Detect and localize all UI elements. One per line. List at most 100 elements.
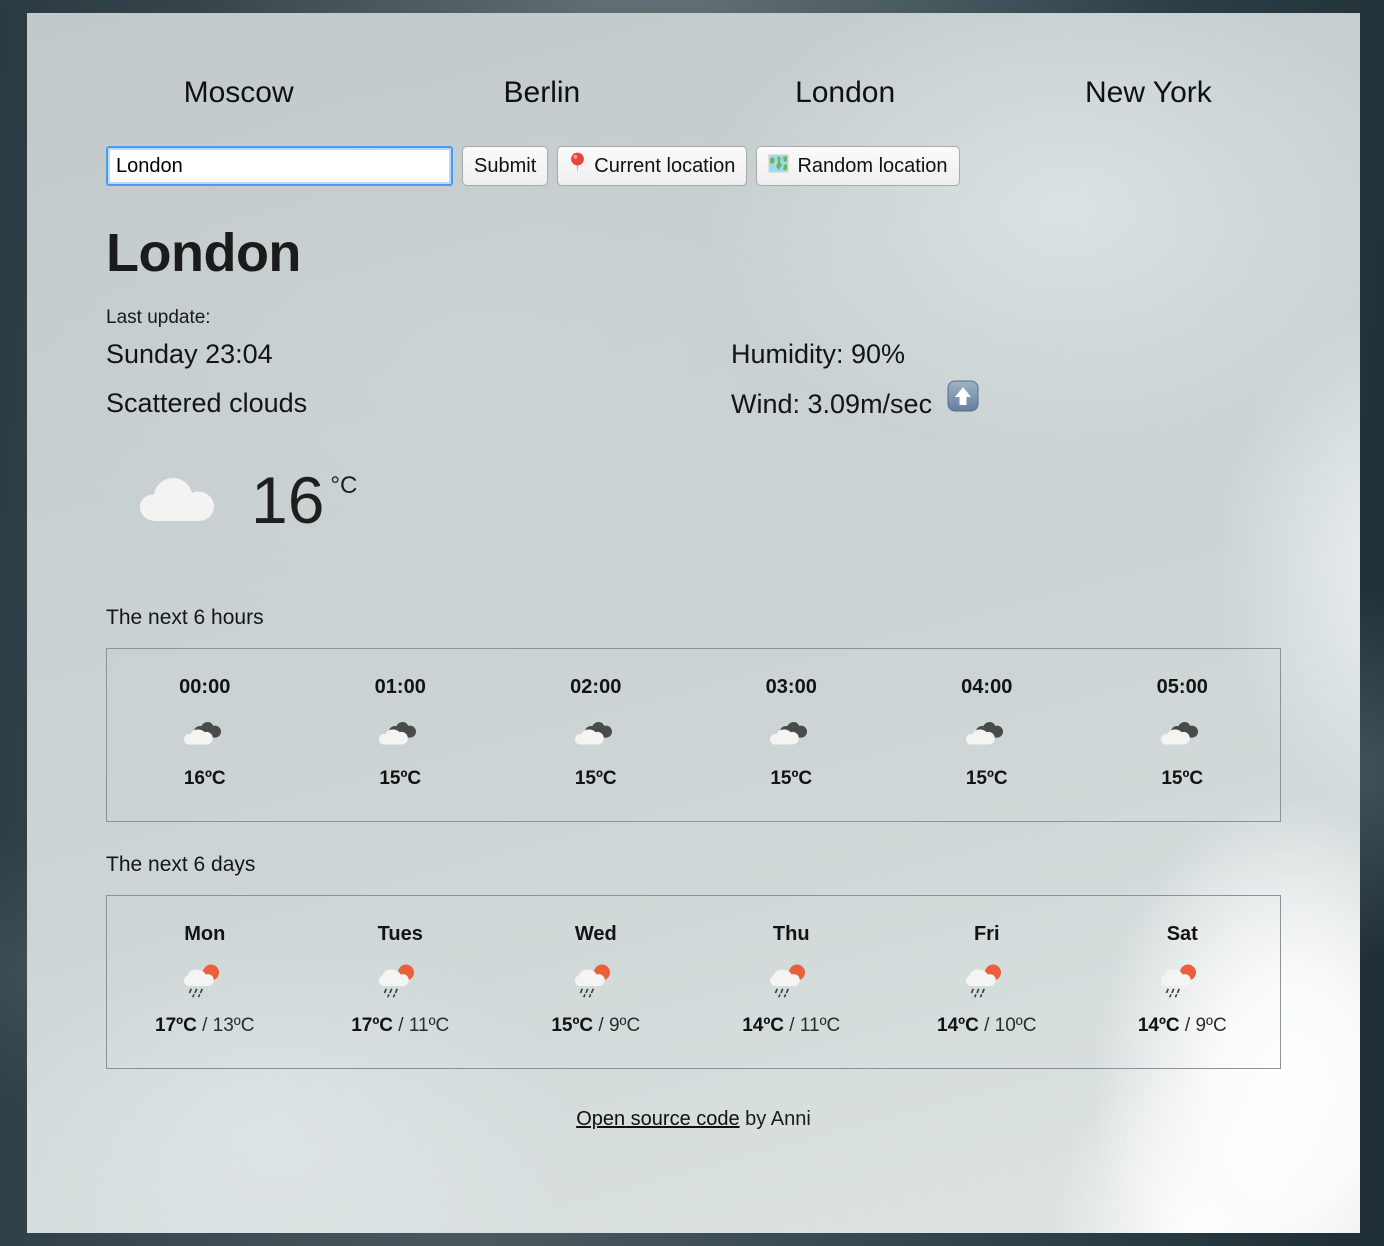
daily-day: Mon <box>184 923 226 945</box>
city-nav: Moscow Berlin London New York <box>27 13 1360 111</box>
current-condition: Scattered clouds <box>106 388 308 418</box>
current-location-label: Current location <box>594 154 736 177</box>
current-temperature: 16 °C <box>251 467 357 533</box>
broken-clouds-night-icon <box>303 711 499 757</box>
daily-temp-high: 15ºC <box>551 1015 594 1036</box>
sun-behind-rain-cloud-icon <box>107 958 303 1004</box>
hourly-temp: 15ºC <box>965 768 1008 789</box>
last-update-label: Last update: <box>106 307 211 328</box>
daily-temp-low: 9ºC <box>608 1015 641 1036</box>
daily-temp-separator: / <box>593 1015 609 1036</box>
city-link-london[interactable]: London <box>694 75 997 111</box>
daily-forecast-cell: Tues 17ºC / 11ºC <box>303 922 499 1038</box>
daily-temp-high: 14ºC <box>1137 1015 1180 1036</box>
daily-temp-separator: / <box>196 1015 213 1036</box>
footer: Open source code by Anni <box>27 1069 1360 1132</box>
daily-temp-low: 11ºC <box>799 1015 841 1036</box>
daily-temp-high: 14ºC <box>742 1015 785 1036</box>
page-title: London <box>106 223 301 283</box>
wind-value: Wind: 3.09m/sec <box>731 388 933 419</box>
current-location-button[interactable]: Current location <box>557 146 748 186</box>
hourly-time: 00:00 <box>179 676 231 698</box>
daily-forecast-section: The next 6 days Mon 17ºC / 13ºC Tues 17ºC /… <box>27 822 1360 1069</box>
hourly-temp: 16ºC <box>183 768 226 789</box>
hourly-forecast-cell: 03:00 15ºC <box>694 675 890 791</box>
details-right-column: Humidity: 90% Wind: 3.09m/sec <box>731 306 1360 429</box>
sun-behind-rain-cloud-icon <box>694 958 890 1004</box>
hourly-time: 02:00 <box>570 676 622 698</box>
hourly-time: 05:00 <box>1156 676 1208 698</box>
daily-temp-low: 11ºC <box>408 1015 450 1036</box>
current-details: Last update: Sunday 23:04 Scattered clou… <box>27 283 1360 429</box>
cloud-icon <box>137 469 223 532</box>
hourly-forecast-title: The next 6 hours <box>106 606 264 629</box>
daily-forecast-cell: Thu 14ºC / 11ºC <box>694 922 890 1038</box>
daily-temp-high: 14ºC <box>937 1015 979 1036</box>
daily-temp: 17ºC / 13ºC <box>107 1014 303 1038</box>
daily-temp: 14ºC / 9ºC <box>1085 1014 1281 1038</box>
daily-temp: 14ºC / 11ºC <box>694 1014 890 1038</box>
daily-day: Sat <box>1166 923 1198 945</box>
daily-forecast-cell: Wed 15ºC / 9ºC <box>498 922 694 1038</box>
world-map-icon <box>768 153 790 180</box>
daily-forecast-cell: Fri 14ºC / 10ºC <box>889 922 1085 1038</box>
search-row: Submit Current location <box>27 111 1360 186</box>
hourly-forecast-cell: 04:00 15ºC <box>889 675 1085 791</box>
daily-temp-high: 17ºC <box>155 1015 197 1036</box>
city-search-input[interactable] <box>106 146 453 186</box>
current-temperature-unit: °C <box>330 472 358 499</box>
daily-forecast-cell: Sat 14ºC / 9ºC <box>1085 922 1281 1038</box>
random-location-button[interactable]: Random location <box>756 146 960 186</box>
wind-row: Wind: 3.09m/sec <box>731 379 1360 429</box>
last-update-time: Sunday 23:04 <box>106 339 273 369</box>
hourly-forecast-section: The next 6 hours 00:00 16ºC 01:00 15ºC 02:00… <box>27 533 1360 822</box>
up-arrow-icon <box>946 379 980 429</box>
submit-button-label: Submit <box>474 154 537 177</box>
sun-behind-rain-cloud-icon <box>889 958 1085 1004</box>
daily-temp: 14ºC / 10ºC <box>889 1014 1085 1038</box>
daily-temp-separator: / <box>784 1015 800 1036</box>
broken-clouds-night-icon <box>889 711 1085 757</box>
daily-day: Fri <box>973 923 1000 945</box>
broken-clouds-night-icon <box>107 711 303 757</box>
hourly-temp: 15ºC <box>1161 768 1204 789</box>
round-pushpin-icon <box>569 152 586 180</box>
hourly-forecast-cell: 02:00 15ºC <box>498 675 694 791</box>
hourly-time: 03:00 <box>765 676 817 698</box>
daily-temp: 15ºC / 9ºC <box>498 1014 694 1038</box>
hourly-temp: 15ºC <box>770 768 813 789</box>
details-spacer <box>731 306 1360 330</box>
daily-forecast-title: The next 6 days <box>106 853 256 876</box>
current-temperature-value: 16 <box>251 463 325 537</box>
sun-behind-rain-cloud-icon <box>1085 958 1281 1004</box>
hourly-forecast-box: 00:00 16ºC 01:00 15ºC 02:00 15ºC 03:00 15ºC 04:0… <box>106 648 1281 822</box>
current-temperature-block: 16 °C <box>27 429 1360 533</box>
hourly-forecast-cell: 05:00 15ºC <box>1085 675 1281 791</box>
hourly-time: 01:00 <box>374 676 426 698</box>
daily-temp-separator: / <box>393 1015 409 1036</box>
sun-behind-rain-cloud-icon <box>303 958 499 1004</box>
daily-temp-high: 17ºC <box>351 1015 394 1036</box>
daily-day: Tues <box>377 923 423 945</box>
daily-forecast-cell: Mon 17ºC / 13ºC <box>107 922 303 1038</box>
hourly-forecast-cell: 01:00 15ºC <box>303 675 499 791</box>
daily-temp-low: 13ºC <box>212 1015 255 1036</box>
hourly-forecast-cell: 00:00 16ºC <box>107 675 303 791</box>
daily-temp-separator: / <box>1179 1015 1196 1036</box>
city-link-new-york[interactable]: New York <box>997 75 1300 111</box>
daily-day: Thu <box>772 923 810 945</box>
sun-behind-rain-cloud-icon <box>498 958 694 1004</box>
footer-author: by Anni <box>739 1108 811 1130</box>
daily-day: Wed <box>574 923 617 945</box>
daily-temp-separator: / <box>978 1015 995 1036</box>
submit-button[interactable]: Submit <box>462 146 549 186</box>
open-source-code-link[interactable]: Open source code <box>576 1108 739 1130</box>
humidity-value: Humidity: 90% <box>731 339 906 369</box>
city-link-moscow[interactable]: Moscow <box>87 75 390 111</box>
city-link-berlin[interactable]: Berlin <box>390 75 693 111</box>
hourly-time: 04:00 <box>961 676 1013 698</box>
broken-clouds-night-icon <box>694 711 890 757</box>
hourly-temp: 15ºC <box>379 768 422 789</box>
broken-clouds-night-icon <box>498 711 694 757</box>
daily-temp: 17ºC / 11ºC <box>303 1014 499 1038</box>
